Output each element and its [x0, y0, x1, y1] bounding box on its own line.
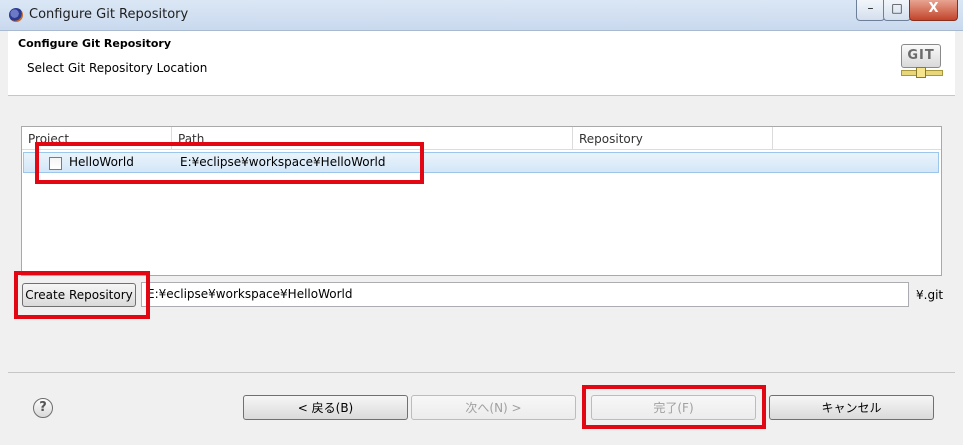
git-suffix-label: ¥.git [916, 288, 944, 302]
eclipse-icon [9, 8, 23, 22]
git-logo-text: GIT [901, 44, 941, 68]
column-repository[interactable]: Repository [573, 127, 773, 149]
maximize-button[interactable]: □ [883, 0, 911, 21]
dialog-body: Project Path Repository HelloWorld E:¥ec… [8, 96, 955, 372]
dialog-title: Configure Git Repository [18, 37, 172, 50]
back-button[interactable]: < 戻る(B) [243, 395, 408, 420]
dialog-subtitle: Select Git Repository Location [27, 61, 208, 75]
minimize-icon: – [867, 1, 874, 15]
window-titlebar: Configure Git Repository – □ X [0, 0, 963, 31]
dialog-header: Configure Git Repository Select Git Repo… [8, 31, 955, 96]
git-logo-icon: GIT [901, 44, 943, 80]
window-title: Configure Git Repository [29, 7, 189, 22]
dialog-footer: ? < 戻る(B) 次へ(N) > 完了(F) キャンセル [8, 373, 955, 437]
maximize-icon: □ [891, 1, 903, 15]
highlight-box-create-repository [14, 271, 150, 319]
git-logo-knob [916, 67, 926, 78]
help-icon[interactable]: ? [33, 398, 53, 418]
highlight-box-finish [582, 385, 766, 429]
highlight-box-project-row [35, 142, 424, 184]
close-button[interactable]: X [909, 0, 958, 21]
next-button[interactable]: 次へ(N) > [411, 395, 576, 420]
minimize-button[interactable]: – [856, 0, 885, 21]
close-icon: X [928, 1, 939, 16]
repository-path-field[interactable]: E:¥eclipse¥workspace¥HelloWorld [141, 282, 909, 307]
column-extra [773, 127, 941, 149]
cancel-button[interactable]: キャンセル [769, 395, 934, 420]
